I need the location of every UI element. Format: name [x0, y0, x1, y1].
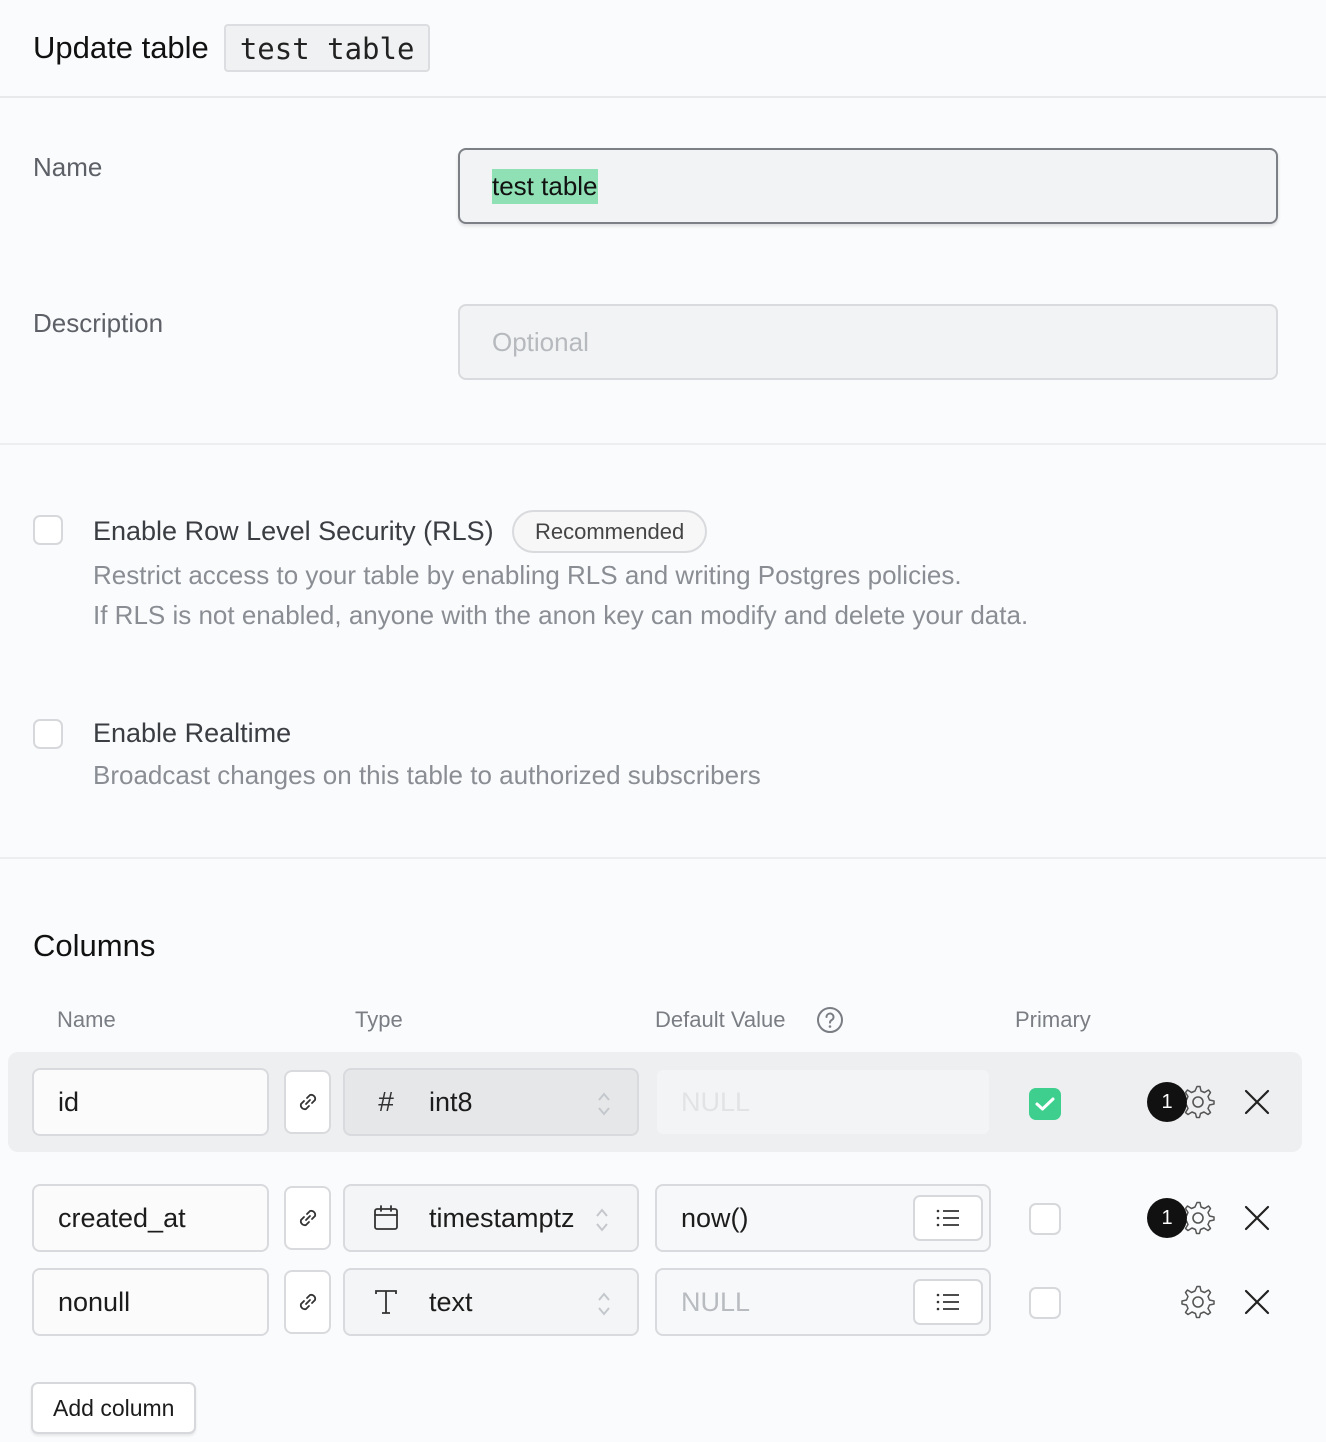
link-icon [299, 1293, 316, 1311]
foreign-key-button[interactable] [284, 1070, 331, 1134]
divider [0, 857, 1326, 859]
close-icon[interactable] [1243, 1204, 1271, 1232]
chevron-updown-icon [596, 1208, 608, 1232]
primary-key-checkbox[interactable] [1029, 1287, 1061, 1319]
column-type-value: text [429, 1286, 473, 1317]
description-input[interactable]: Optional [458, 304, 1278, 380]
rls-description-line1: Restrict access to your table by enablin… [93, 560, 962, 590]
default-value-input[interactable]: now() [655, 1184, 991, 1252]
column-header-primary: Primary [1015, 1007, 1091, 1032]
gear-icon[interactable] [1180, 1284, 1216, 1320]
column-name-value: created_at [58, 1202, 186, 1233]
column-name-input[interactable]: created_at [32, 1184, 269, 1252]
column-name-input[interactable]: nonull [32, 1268, 269, 1336]
rls-checkbox[interactable] [33, 515, 63, 545]
text-type-icon [371, 1288, 401, 1316]
column-header-default: Default Value [655, 1007, 786, 1032]
chevron-updown-icon [598, 1292, 610, 1316]
default-value-placeholder: NULL [681, 1286, 751, 1317]
column-name-input[interactable]: id [32, 1068, 269, 1136]
table-name-code: test table [223, 24, 431, 72]
calendar-icon [371, 1204, 401, 1232]
column-name-value: nonull [58, 1286, 131, 1317]
help-icon[interactable] [816, 1006, 844, 1034]
realtime-title: Enable Realtime [93, 718, 292, 748]
columns-title: Columns [33, 928, 156, 963]
primary-key-checkbox[interactable] [1029, 1088, 1061, 1120]
name-input[interactable]: test table [458, 148, 1278, 224]
page-header: Update table test table [0, 0, 1326, 98]
default-value-input[interactable]: NULL [655, 1268, 991, 1336]
column-header-name: Name [57, 1007, 116, 1032]
count-badge: 1 [1147, 1082, 1187, 1122]
name-input-value: test table [492, 168, 598, 204]
link-icon [299, 1093, 316, 1111]
column-type-select[interactable]: text [343, 1268, 639, 1336]
suggestions-button[interactable] [913, 1279, 983, 1325]
default-value-text: NULL [681, 1086, 751, 1117]
hash-icon: # [378, 1086, 394, 1117]
column-type-select[interactable]: timestamptz [343, 1184, 639, 1252]
rls-title: Enable Row Level Security (RLS) [93, 516, 494, 546]
list-icon [936, 1293, 959, 1311]
chevron-updown-icon [598, 1092, 610, 1116]
column-name-value: id [58, 1086, 80, 1117]
divider [0, 443, 1326, 445]
realtime-checkbox[interactable] [33, 719, 63, 749]
check-icon [1035, 1097, 1055, 1111]
count-badge: 1 [1147, 1198, 1187, 1238]
suggestions-button[interactable] [913, 1195, 983, 1241]
column-type-value: int8 [429, 1086, 473, 1117]
page-title: Update table [33, 30, 209, 65]
description-label: Description [33, 308, 164, 338]
close-icon[interactable] [1243, 1288, 1271, 1316]
link-icon [299, 1209, 316, 1227]
column-type-select[interactable]: # int8 [343, 1068, 639, 1136]
rls-description-line2: If RLS is not enabled, anyone with the a… [93, 600, 1029, 630]
add-column-button[interactable]: Add column [31, 1382, 197, 1434]
name-label: Name [33, 152, 103, 182]
close-icon[interactable] [1243, 1088, 1271, 1116]
default-value-input: NULL [655, 1068, 991, 1136]
list-icon [936, 1209, 959, 1227]
recommended-badge: Recommended [512, 510, 708, 553]
column-type-value: timestamptz [429, 1202, 575, 1233]
foreign-key-button[interactable] [284, 1270, 331, 1334]
column-header-type: Type [355, 1007, 403, 1032]
foreign-key-button[interactable] [284, 1186, 331, 1250]
realtime-description: Broadcast changes on this table to autho… [93, 760, 761, 790]
description-placeholder: Optional [492, 326, 589, 357]
default-value-text: now() [681, 1202, 749, 1233]
primary-key-checkbox[interactable] [1029, 1203, 1061, 1235]
